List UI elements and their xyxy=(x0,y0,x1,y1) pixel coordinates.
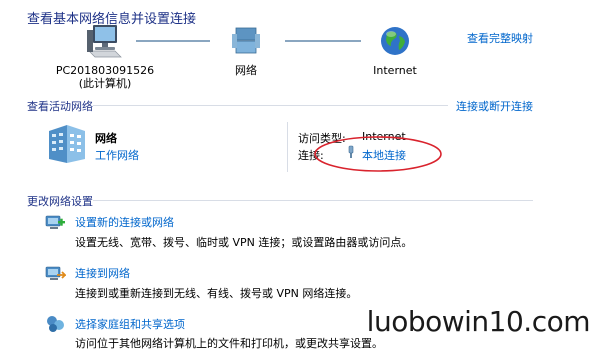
vertical-divider xyxy=(287,122,288,172)
change-settings-heading: 更改网络设置 xyxy=(27,195,93,208)
divider xyxy=(93,200,533,201)
active-networks-heading: 查看活动网络 xyxy=(27,100,93,113)
task-desc-connect-network: 连接到或重新连接到无线、有线、拨号或 VPN 网络连接。 xyxy=(75,287,358,300)
homegroup-icon xyxy=(44,314,66,334)
task-desc-homegroup: 访问位于其他网络计算机上的文件和打印机，或更改共享设置。 xyxy=(75,337,383,350)
task-title-homegroup[interactable]: 选择家庭组和共享选项 xyxy=(75,316,185,332)
task-title-setup-connection[interactable]: 设置新的连接或网络 xyxy=(75,214,174,230)
connection-line-computer-network xyxy=(136,40,210,42)
see-full-map-link[interactable]: 查看完整映射 xyxy=(467,30,533,46)
network-building-icon xyxy=(45,123,89,165)
task-desc-setup-connection: 设置无线、宽带、拨号、临时或 VPN 连接；或设置路由器或访问点。 xyxy=(75,236,413,249)
computer-label: PC201803091526 (此计算机) xyxy=(45,64,165,90)
computer-sub-label: (此计算机) xyxy=(78,77,132,90)
internet-globe-icon xyxy=(378,24,412,58)
network-type-link[interactable]: 工作网络 xyxy=(95,147,139,163)
computer-icon xyxy=(85,22,125,60)
divider xyxy=(93,105,448,106)
connection-line-network-internet xyxy=(285,40,361,42)
network-label: 网络 xyxy=(235,64,257,77)
new-connection-icon xyxy=(44,212,66,232)
computer-name: PC201803091526 xyxy=(55,64,155,77)
connect-disconnect-link[interactable]: 连接或断开连接 xyxy=(456,98,533,114)
active-network-name: 网络 xyxy=(95,132,117,145)
task-title-connect-network[interactable]: 连接到网络 xyxy=(75,265,130,281)
highlight-ellipse xyxy=(312,134,444,174)
internet-label: Internet xyxy=(373,64,417,77)
watermark-text: luobowin10.com xyxy=(366,305,591,338)
network-icon xyxy=(229,26,263,56)
connect-network-icon xyxy=(44,263,68,283)
